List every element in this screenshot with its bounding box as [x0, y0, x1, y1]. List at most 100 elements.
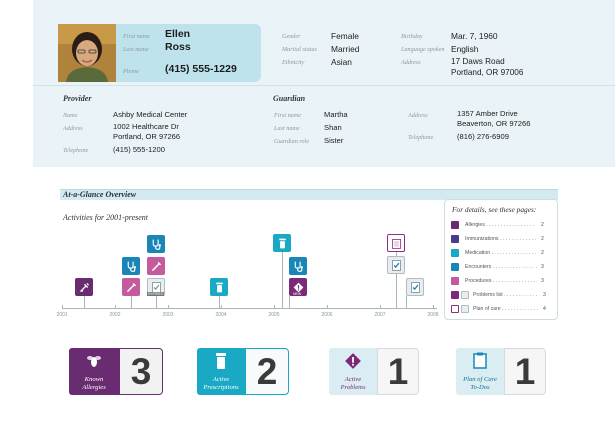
legend-row-procedures[interactable]: Procedures . . . . . . . . . . . . . . .… — [451, 276, 544, 286]
phone-label: Phone — [123, 68, 139, 75]
allergy-icon — [451, 221, 459, 229]
encounter-icon — [451, 263, 459, 271]
phone-value: (415) 555-1229 — [165, 63, 237, 75]
last-name-value: Ross — [165, 41, 191, 53]
birthday-value: Mar. 7, 1960 — [451, 31, 498, 41]
timeline-allergy-icon[interactable] — [75, 278, 93, 296]
legend-panel: For details, see these pages: Allergies … — [444, 199, 558, 320]
guardian-phone-label: Telephone — [408, 134, 434, 141]
first-name-label: First name — [123, 33, 150, 40]
timeline-stem — [84, 296, 85, 308]
legend-title: For details, see these pages: — [452, 205, 537, 214]
timeline-medication-icon[interactable] — [210, 278, 228, 296]
guardian-first-label: First name — [274, 112, 301, 119]
guardian-last: Shan — [324, 123, 342, 132]
allergy-tile-box: Known Allergies — [69, 348, 119, 395]
timeline-year: 2001 — [56, 312, 68, 318]
active-prescriptions-tile[interactable]: Active Prescriptions 2 — [197, 348, 289, 395]
language-label: Language spoken — [401, 46, 445, 53]
guardian-role-label: Guardian role — [274, 138, 310, 145]
timeline-stem — [282, 252, 283, 308]
active-problems-tile[interactable]: Active Problems 1 — [329, 348, 419, 395]
problems-tile-box: Active Problems — [329, 348, 377, 395]
prescription-count: 2 — [245, 348, 289, 395]
gender-label: Gender — [282, 33, 301, 40]
provider-address: 1002 Healthcare Dr Portland, OR 97266 — [113, 122, 181, 141]
checklist-icon — [461, 291, 469, 299]
timeline-stem — [406, 296, 407, 308]
timeline-medication-icon[interactable] — [273, 234, 291, 252]
provider-name-label: Name — [63, 112, 78, 119]
timeline-tick — [274, 305, 275, 309]
problem-icon — [451, 291, 459, 299]
timeline-tick — [221, 305, 222, 309]
pill-bottle-icon — [216, 353, 226, 369]
patient-address-label: Address — [401, 59, 421, 66]
provider-phone: (415) 555-1200 — [113, 145, 165, 154]
timeline-stem — [289, 296, 290, 308]
timeline-plan-of-care-icon[interactable] — [387, 234, 405, 252]
timeline-year: 2004 — [215, 312, 227, 318]
gender-value: Female — [331, 31, 359, 41]
immunization-icon — [451, 235, 459, 243]
overview-title: At-a-Glance Overview — [63, 190, 137, 199]
guardian-address-label: Address — [408, 112, 428, 119]
patient-photo — [58, 24, 116, 82]
timeline-tick — [433, 305, 434, 309]
activities-title: Activities for 2001-present — [63, 213, 149, 222]
known-allergies-tile[interactable]: Known Allergies 3 — [69, 348, 163, 395]
plan-count: 1 — [504, 348, 546, 395]
timeline-tick — [327, 305, 328, 309]
legend-row-problems[interactable]: Problems list . . . . . . . . . . . . 3 — [451, 290, 546, 300]
checklist-icon — [461, 305, 469, 313]
timeline-tick — [380, 305, 381, 309]
timeline-plan-checklist-icon[interactable] — [387, 256, 405, 274]
timeline-tick — [62, 305, 63, 309]
guardian-role: Sister — [324, 136, 344, 145]
medication-icon — [451, 249, 459, 257]
marital-label: Marital status — [282, 46, 317, 53]
guardian-phone: (816) 276-6909 — [457, 132, 509, 141]
problems-count: 1 — [377, 348, 419, 395]
timeline-encounter-icon[interactable] — [289, 257, 307, 275]
timeline-encounter-icon[interactable] — [122, 257, 140, 275]
first-name-value: Ellen — [165, 28, 191, 40]
timeline-stem — [219, 296, 220, 308]
warning-diamond-icon — [345, 353, 361, 369]
timeline-year: 2002 — [109, 312, 121, 318]
plan-of-care-icon — [451, 305, 459, 313]
expired-tag: EXPIRED — [147, 292, 165, 296]
prescription-tile-box: Active Prescriptions — [197, 348, 245, 395]
legend-row-plan-of-care[interactable]: Plan of care . . . . . . . . . . . . . .… — [451, 304, 546, 314]
timeline-stem — [156, 296, 157, 308]
provider-title: Provider — [63, 94, 92, 103]
timeline-year: 2003 — [162, 312, 174, 318]
legend-row-medication[interactable]: Medication . . . . . . . . . . . . . . .… — [451, 248, 544, 258]
legend-row-allergies[interactable]: Allergies . . . . . . . . . . . . . . . … — [451, 220, 544, 230]
plan-of-care-tile[interactable]: Plan of Care To-Dos 1 — [456, 348, 546, 395]
last-name-label: Last name — [123, 46, 149, 53]
provider-name: Ashby Medical Center — [113, 110, 188, 119]
patient-summary-page: First name Ellen Last name Ross Phone (4… — [0, 0, 615, 424]
timeline-year: 2007 — [374, 312, 386, 318]
timeline-year: 2006 — [321, 312, 333, 318]
timeline-procedure-icon[interactable] — [147, 257, 165, 275]
legend-row-encounters[interactable]: Encounters . . . . . . . . . . . . . . .… — [451, 262, 544, 272]
timeline-tick — [115, 305, 116, 309]
timeline-plan-checklist-icon[interactable] — [406, 278, 424, 296]
marital-value: Married — [331, 44, 360, 54]
provider-address-label: Address — [63, 125, 83, 132]
timeline-procedure-icon[interactable] — [122, 278, 140, 296]
timeline-year: 2005 — [268, 312, 280, 318]
plan-tile-box: Plan of Care To-Dos — [456, 348, 504, 395]
patient-address: 17 Daws Road Portland, OR 97006 — [451, 57, 524, 77]
provider-phone-label: Telephone — [63, 147, 89, 154]
legend-row-immunizations[interactable]: Immunizations . . . . . . . . . . . . . … — [451, 234, 544, 244]
ethnicity-label: Ethnicity — [282, 59, 305, 66]
birthday-label: Birthday — [401, 33, 423, 40]
procedure-icon — [451, 277, 459, 285]
bee-icon — [87, 356, 101, 367]
timeline-encounter-icon[interactable] — [147, 235, 165, 253]
guardian-title: Guardian — [273, 94, 306, 103]
timeline-tick — [168, 305, 169, 309]
